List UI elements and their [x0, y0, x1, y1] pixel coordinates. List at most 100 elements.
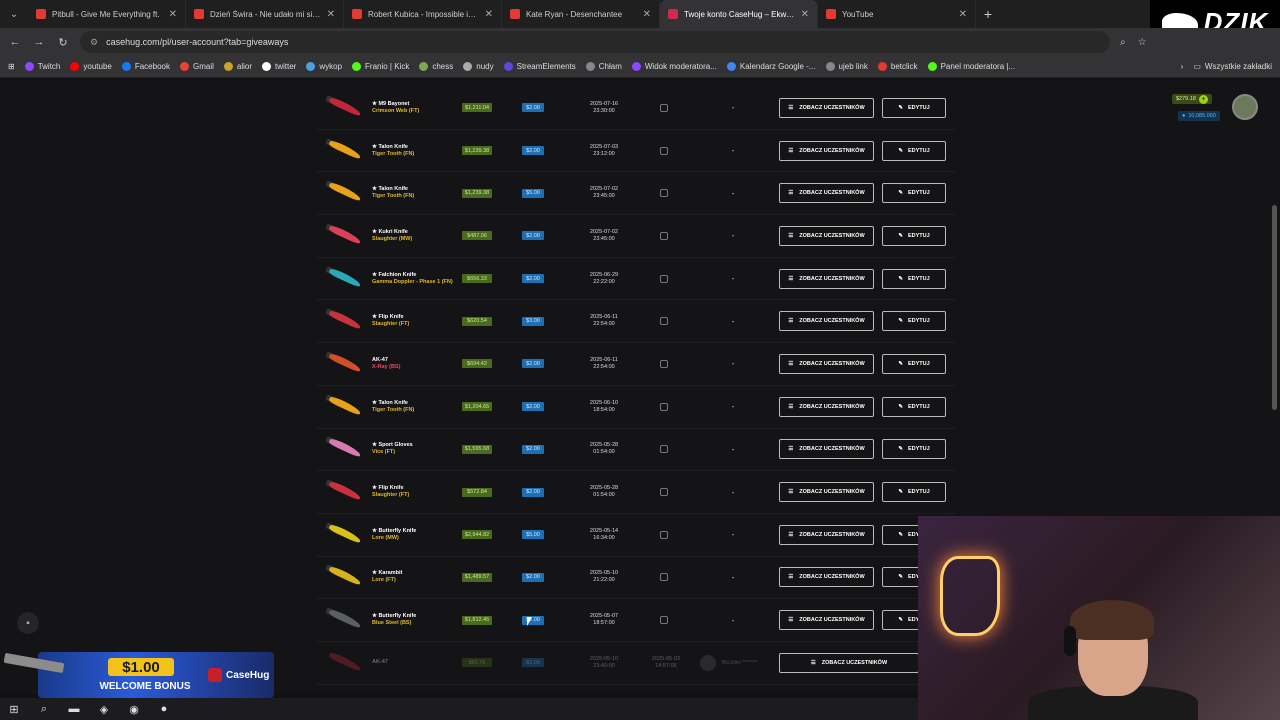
row-checkbox[interactable]	[660, 445, 668, 454]
row-checkbox[interactable]	[660, 103, 668, 112]
row-checkbox[interactable]	[660, 231, 668, 240]
row-checkbox[interactable]	[660, 530, 668, 539]
obs-icon[interactable]: ●	[156, 702, 172, 716]
row-checkbox[interactable]	[660, 359, 668, 368]
edit-button[interactable]: ✎ EDYTUJ	[882, 140, 946, 161]
bookmark-item[interactable]: Facebook	[121, 62, 170, 71]
view-participants-button[interactable]: ☰ ZOBACZ UCZESTNIKÓW	[779, 353, 874, 374]
row-checkbox[interactable]	[660, 274, 668, 283]
file-explorer-icon[interactable]: ▬	[66, 702, 82, 716]
balance-badge[interactable]: $279.18 +	[1172, 94, 1212, 104]
view-participants-button[interactable]: ☰ ZOBACZ UCZESTNIKÓW	[779, 140, 874, 161]
tab-close-icon[interactable]: ✕	[169, 9, 177, 20]
row-checkbox[interactable]	[660, 189, 668, 198]
edit-button[interactable]: ✎ EDYTUJ	[882, 353, 946, 374]
row-checkbox[interactable]	[660, 488, 668, 497]
welcome-bonus-banner[interactable]: $1.00 WELCOME BONUS CaseHug	[3, 652, 274, 698]
browser-tab[interactable]: Dzień Świra - Nie udało mi się z ✕	[186, 0, 344, 28]
edit-button[interactable]: ✎ EDYTUJ	[882, 311, 946, 332]
tab-close-icon[interactable]: ✕	[485, 9, 493, 20]
end-date-time: 23:40:00	[593, 662, 615, 669]
tab-close-icon[interactable]: ✕	[643, 9, 651, 20]
bookmark-item[interactable]: Kalendarz Google -...	[726, 62, 816, 71]
bookmark-item[interactable]: Twitch	[24, 62, 60, 71]
tab-close-icon[interactable]: ✕	[959, 9, 967, 20]
back-icon[interactable]: ←	[8, 36, 22, 48]
apps-icon[interactable]: ⊞	[8, 62, 15, 71]
bookmark-item[interactable]: betclick	[877, 62, 918, 71]
bookmark-item[interactable]: Gmail	[179, 62, 214, 71]
bookmark-item[interactable]: Franio | Kick	[352, 62, 409, 71]
bookmark-item[interactable]: youtube	[70, 62, 112, 71]
avatar[interactable]	[1232, 94, 1258, 120]
view-participants-button[interactable]: ☰ ZOBACZ UCZESTNIKÓW	[779, 652, 919, 673]
bookmark-item[interactable]: Chłam	[585, 62, 622, 71]
zoom-icon[interactable]: ⌕	[1120, 37, 1126, 48]
bookmark-item[interactable]: StreamElements	[503, 62, 576, 71]
view-participants-button[interactable]: ☰ ZOBACZ UCZESTNIKÓW	[779, 567, 874, 588]
view-participants-button[interactable]: ☰ ZOBACZ UCZESTNIKÓW	[779, 97, 874, 118]
end-date-day: 2025-07-02	[589, 228, 619, 235]
view-participants-button[interactable]: ☰ ZOBACZ UCZESTNIKÓW	[779, 439, 874, 460]
row-checkbox[interactable]	[660, 402, 668, 411]
bookmark-item[interactable]: wykop	[306, 62, 342, 71]
view-participants-button[interactable]: ☰ ZOBACZ UCZESTNIKÓW	[779, 482, 874, 503]
browser-tab[interactable]: Kate Ryan - Desenchantee ✕	[502, 0, 660, 28]
table-row: ★ Karambit Lore (FT) $1,489.57 $2.00 2025-05…	[316, 557, 956, 600]
browser-tab[interactable]: YouTube ✕	[818, 0, 976, 28]
tab-search-icon[interactable]: ⌄	[0, 0, 28, 28]
scrollbar[interactable]	[1272, 205, 1277, 410]
entry-cost: $2.00	[522, 231, 544, 241]
tab-close-icon[interactable]: ✕	[327, 9, 335, 20]
tab-close-icon[interactable]: ✕	[801, 9, 809, 20]
site-info-icon[interactable]: ⚙	[90, 37, 98, 48]
row-checkbox[interactable]	[660, 616, 668, 625]
bookmark-item[interactable]: Panel moderatora |...	[927, 62, 1015, 71]
bookmark-star-icon[interactable]: ☆	[1138, 37, 1147, 48]
view-participants-button[interactable]: ☰ ZOBACZ UCZESTNIKÓW	[779, 396, 874, 417]
all-bookmarks[interactable]: ▭ Wszystkie zakładki	[1193, 62, 1272, 71]
edit-button[interactable]: ✎ EDYTUJ	[882, 268, 946, 289]
edit-button[interactable]: ✎ EDYTUJ	[882, 97, 946, 118]
url-field[interactable]: ⚙ casehug.com/pl/user-account?tab=giveaw…	[80, 31, 1110, 53]
search-icon[interactable]: ⌕	[36, 702, 52, 716]
bookmark-item[interactable]: Widok moderatora...	[631, 62, 717, 71]
app-icon[interactable]: ◈	[96, 702, 112, 716]
bookmark-item[interactable]: chess	[419, 62, 453, 71]
draw-date-time: 14:57:06	[655, 662, 677, 669]
view-participants-button[interactable]: ☰ ZOBACZ UCZESTNIKÓW	[779, 524, 874, 545]
view-participants-label: ZOBACZ UCZESTNIKÓW	[799, 104, 865, 111]
forward-icon[interactable]: →	[32, 36, 46, 48]
participants-icon: ☰	[788, 147, 794, 154]
item-blade	[328, 309, 362, 331]
edit-button[interactable]: ✎ EDYTUJ	[882, 439, 946, 460]
view-participants-button[interactable]: ☰ ZOBACZ UCZESTNIKÓW	[779, 225, 874, 246]
new-tab-icon[interactable]: +	[976, 6, 1000, 22]
edit-button[interactable]: ✎ EDYTUJ	[882, 225, 946, 246]
more-bookmarks-icon[interactable]: ›	[1181, 62, 1184, 71]
bookmark-item[interactable]: ujeb link	[825, 62, 868, 71]
row-checkbox[interactable]	[660, 317, 668, 326]
item-title: ★ Falchion Knife	[372, 271, 417, 278]
bookmark-item[interactable]: alior	[223, 62, 252, 71]
view-participants-button[interactable]: ☰ ZOBACZ UCZESTNIKÓW	[779, 311, 874, 332]
row-checkbox[interactable]	[660, 146, 668, 155]
edit-button[interactable]: ✎ EDYTUJ	[882, 183, 946, 204]
view-participants-button[interactable]: ☰ ZOBACZ UCZESTNIKÓW	[779, 610, 874, 631]
row-checkbox[interactable]	[660, 573, 668, 582]
view-participants-button[interactable]: ☰ ZOBACZ UCZESTNIKÓW	[779, 183, 874, 204]
bookmark-item[interactable]: nudy	[463, 62, 494, 71]
browser-tab[interactable]: Twoje konto CaseHug – Ekwipu ✕	[660, 0, 818, 28]
reload-icon[interactable]: ↻	[56, 36, 70, 49]
windows-start-icon[interactable]: ⊞	[6, 702, 22, 716]
edit-button[interactable]: ✎ EDYTUJ	[882, 482, 946, 503]
chat-icon[interactable]: ▪	[17, 612, 39, 634]
edit-button[interactable]: ✎ EDYTUJ	[882, 396, 946, 417]
item-blade	[328, 394, 362, 416]
browser-tab[interactable]: Robert Kubica - Impossible is n ✕	[344, 0, 502, 28]
chrome-icon[interactable]: ◉	[126, 702, 142, 716]
bookmark-item[interactable]: twitter	[262, 62, 296, 71]
browser-tab[interactable]: Pitbull - Give Me Everything ft. ✕	[28, 0, 186, 28]
view-participants-button[interactable]: ☰ ZOBACZ UCZESTNIKÓW	[779, 268, 874, 289]
add-funds-icon[interactable]: +	[1198, 94, 1208, 104]
